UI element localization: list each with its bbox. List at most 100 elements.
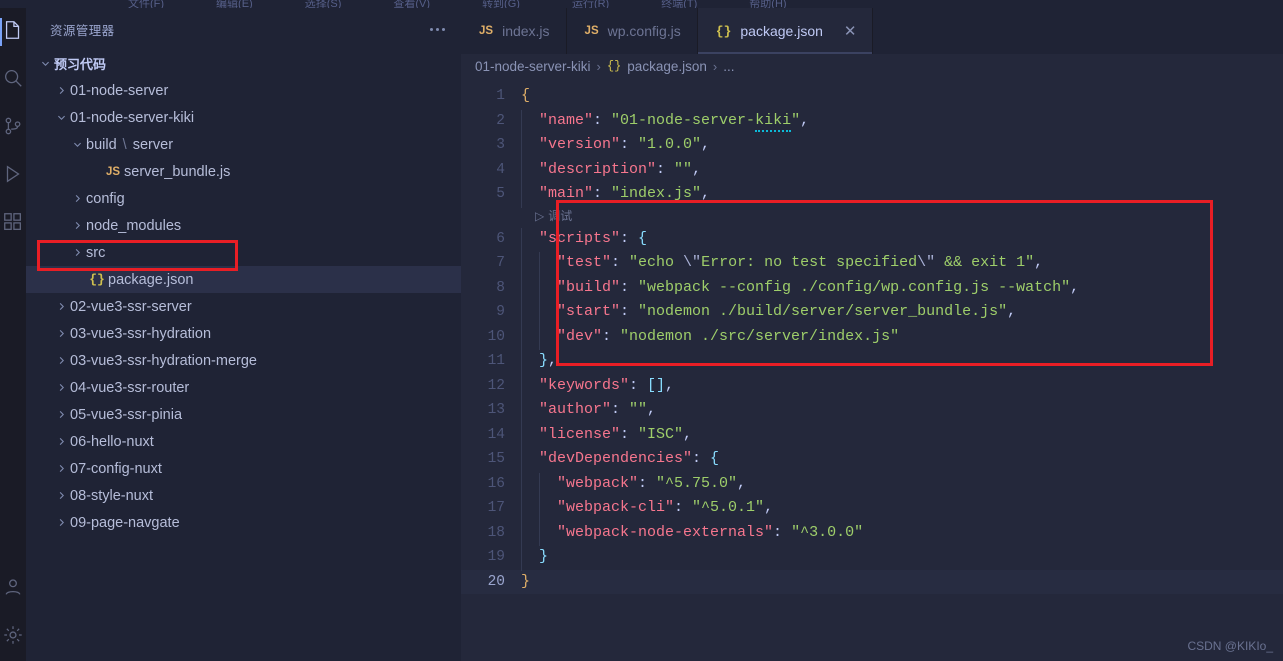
indent-guide — [539, 276, 540, 301]
menu-item-0[interactable]: 文件(F) — [128, 0, 164, 8]
editor-tab-label: index.js — [502, 23, 550, 39]
tree-item-label: 04-vue3-ssr-router — [70, 379, 190, 396]
code-line-9[interactable]: 9 "start": "nodemon ./build/server/server… — [461, 300, 1283, 326]
code-line-2[interactable]: 2 "name": "01-node-server-kiki", — [461, 109, 1283, 134]
more-actions-icon[interactable] — [430, 27, 449, 31]
code-line-8[interactable]: 8 "build": "webpack --config ./config/wp.… — [461, 276, 1283, 301]
code-line-5[interactable]: 5 "main": "index.js", — [461, 182, 1283, 208]
code-line-20[interactable]: 20} — [461, 569, 1283, 594]
menu-item-2[interactable]: 选择(S) — [305, 0, 342, 8]
close-icon[interactable]: ✕ — [844, 24, 857, 39]
code-line-1[interactable]: 1{ — [461, 84, 1283, 109]
tree-item-01-node-server-kiki[interactable]: 01-node-server-kiki — [26, 104, 461, 131]
gear-icon — [2, 624, 24, 651]
tree-item-label: 08-style-nuxt — [70, 487, 154, 504]
activity-bar-item-explorer[interactable] — [0, 8, 26, 56]
code-line-3[interactable]: 3 "version": "1.0.0", — [461, 133, 1283, 159]
editor-tab-index-js[interactable]: JS index.js — [461, 8, 567, 54]
breadcrumb-item[interactable]: 01-node-server-kiki — [475, 59, 591, 74]
indent-guide — [539, 325, 540, 350]
menu-item-7[interactable]: 帮助(H) — [749, 0, 786, 8]
code-line-17[interactable]: 17 "webpack-cli": "^5.0.1", — [461, 496, 1283, 522]
line-number: 9 — [496, 304, 505, 320]
activity-bar-item-search[interactable] — [0, 56, 26, 104]
activity-bar-item-accounts[interactable] — [0, 565, 26, 613]
tree-item-node-modules[interactable]: node_modules — [26, 212, 461, 239]
tree-item-label: 06-hello-nuxt — [70, 433, 154, 450]
menu-item-3[interactable]: 查看(V) — [393, 0, 430, 8]
code-line-content: "webpack": "^5.75.0", — [521, 472, 1283, 497]
code-line-content: "devDependencies": { — [521, 447, 1283, 473]
line-number: 8 — [496, 279, 505, 296]
activity-bar-item-run-and-debug[interactable] — [0, 152, 26, 200]
code-line-content: "start": "nodemon ./build/server/server_… — [521, 300, 1283, 326]
code-line-7[interactable]: 7 "test": "echo \"Error: no test specifie… — [461, 251, 1283, 277]
codelens-debug[interactable]: ▷ 调试 — [461, 207, 1283, 227]
tree-item-label: 预习代码 — [54, 57, 107, 72]
tree-item-07-config-nuxt[interactable]: 07-config-nuxt — [26, 455, 461, 482]
line-number: 12 — [487, 377, 505, 394]
tree-item-02-vue3-ssr-server[interactable]: 02-vue3-ssr-server — [26, 293, 461, 320]
indent-guide — [521, 325, 522, 350]
code-line-19[interactable]: 19} — [461, 545, 1283, 571]
tree-item-config[interactable]: config — [26, 185, 461, 212]
code-line-content: "main": "index.js", — [521, 182, 1283, 208]
indent-guide — [521, 448, 522, 473]
js-file-icon: JS — [584, 25, 599, 37]
code-line-content: "webpack-node-externals": "^3.0.0" — [521, 521, 1283, 546]
tree-item-06-hello-nuxt[interactable]: 06-hello-nuxt — [26, 428, 461, 455]
indent-guide — [521, 546, 522, 571]
watermark: CSDN @KIKIo_ — [1187, 639, 1273, 653]
menu-item-6[interactable]: 终端(T) — [661, 0, 697, 8]
code-line-15[interactable]: 15 "devDependencies": { — [461, 447, 1283, 473]
code-editor[interactable]: 1{2 "name": "01-node-server-kiki", 3 "versi… — [461, 78, 1283, 661]
chevron-right-icon — [52, 85, 70, 96]
tree-item-label: 01-node-server-kiki — [70, 109, 195, 126]
tree-item-server-bundle-js[interactable]: JS server_bundle.js — [26, 158, 461, 185]
editor-tab-bar: JS index.js JS wp.config.js {} package.json ✕ — [461, 8, 1283, 54]
codelens-debug-action[interactable]: ▷ 调试 — [521, 204, 572, 229]
indent-guide — [539, 472, 540, 497]
files-icon — [2, 19, 24, 46]
tree-item-03-vue3-ssr-hydration[interactable]: 03-vue3-ssr-hydration — [26, 320, 461, 347]
code-line-13[interactable]: 13 "author": "", — [461, 398, 1283, 424]
menu-item-4[interactable]: 转到(G) — [482, 0, 520, 8]
code-line-14[interactable]: 14 "license": "ISC", — [461, 423, 1283, 448]
activity-bar-item-extensions[interactable] — [0, 200, 26, 248]
tree-item--[interactable]: 预习代码 — [26, 50, 461, 77]
json-file-icon: {} — [89, 272, 105, 287]
tree-item-08-style-nuxt[interactable]: 08-style-nuxt — [26, 482, 461, 509]
code-line-18[interactable]: 18 "webpack-node-externals": "^3.0.0" — [461, 521, 1283, 546]
code-line-6[interactable]: 6 "scripts": { — [461, 227, 1283, 252]
tree-item-05-vue3-ssr-pinia[interactable]: 05-vue3-ssr-pinia — [26, 401, 461, 428]
tree-item-09-page-navgate[interactable]: 09-page-navgate — [26, 509, 461, 536]
code-line-11[interactable]: 11}, — [461, 349, 1283, 375]
breadcrumb-item[interactable]: ... — [723, 59, 734, 74]
explorer-title: 资源管理器 — [50, 23, 115, 38]
tree-item-04-vue3-ssr-router[interactable]: 04-vue3-ssr-router — [26, 374, 461, 401]
tree-item-label: 02-vue3-ssr-server — [70, 298, 192, 315]
tree-item-package-json[interactable]: {} package.json — [26, 266, 461, 293]
code-line-10[interactable]: 10 "dev": "nodemon ./src/server/index.js" — [461, 325, 1283, 350]
tree-item-01-node-server[interactable]: 01-node-server — [26, 77, 461, 104]
editor-tab-wp-config-js[interactable]: JS wp.config.js — [567, 8, 698, 54]
activity-bar-item-source-control[interactable] — [0, 104, 26, 152]
indent-guide — [521, 301, 522, 326]
line-number: 3 — [496, 137, 505, 153]
tree-item-src[interactable]: src — [26, 239, 461, 266]
code-line-4[interactable]: 4 "description": "", — [461, 158, 1283, 183]
activity-bar-item-settings[interactable] — [0, 613, 26, 661]
menu-item-5[interactable]: 运行(R) — [572, 0, 609, 8]
breadcrumb-item[interactable]: package.json — [627, 59, 707, 74]
line-number: 5 — [496, 186, 505, 202]
code-line-16[interactable]: 16 "webpack": "^5.75.0", — [461, 472, 1283, 497]
line-number: 18 — [487, 524, 505, 541]
line-number: 7 — [496, 255, 505, 271]
tree-item-label: 03-vue3-ssr-hydration-merge — [70, 352, 257, 369]
tree-item-build[interactable]: build \ server — [26, 131, 461, 158]
tree-item-03-vue3-ssr-hydration-merge[interactable]: 03-vue3-ssr-hydration-merge — [26, 347, 461, 374]
code-line-12[interactable]: 12 "keywords": [], — [461, 374, 1283, 399]
menu-item-1[interactable]: 编辑(E) — [216, 0, 253, 8]
editor-tab-package-json[interactable]: {} package.json ✕ — [697, 8, 874, 54]
play-icon: ▷ — [535, 209, 545, 224]
